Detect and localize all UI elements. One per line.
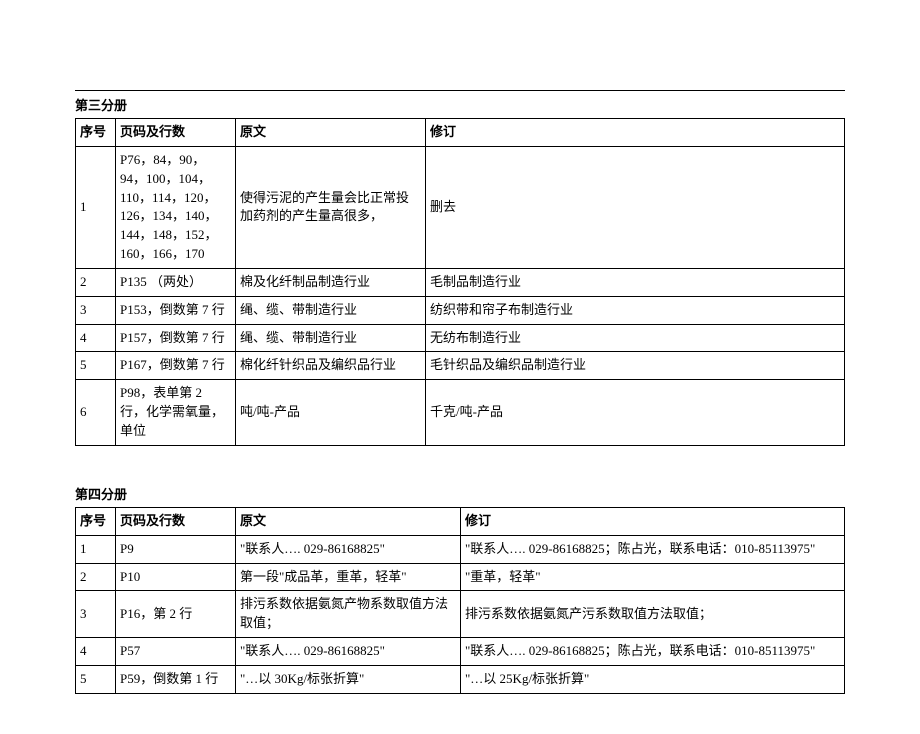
cell-seq: 5 — [76, 665, 116, 693]
section4-table: 序号 页码及行数 原文 修订 1 P9 "联系人…. 029-86168825"… — [75, 507, 845, 694]
col-seq-header: 序号 — [76, 507, 116, 535]
cell-seq: 1 — [76, 146, 116, 268]
cell-page: P135 （两处） — [116, 268, 236, 296]
table-header-row: 序号 页码及行数 原文 修订 — [76, 119, 845, 147]
cell-original: 棉化纤针织品及编织品行业 — [236, 352, 426, 380]
cell-seq: 5 — [76, 352, 116, 380]
cell-seq: 3 — [76, 296, 116, 324]
cell-seq: 6 — [76, 380, 116, 446]
cell-page: P76，84，90，94，100，104，110，114，120，126，134… — [116, 146, 236, 268]
cell-revision: 无纺布制造行业 — [426, 324, 845, 352]
cell-revision: 毛针织品及编织品制造行业 — [426, 352, 845, 380]
cell-original: 排污系数依据氨氮产物系数取值方法取值； — [236, 591, 461, 638]
section3-table: 序号 页码及行数 原文 修订 1 P76，84，90，94，100，104，11… — [75, 118, 845, 446]
cell-page: P153，倒数第 7 行 — [116, 296, 236, 324]
cell-seq: 4 — [76, 324, 116, 352]
table-row: 1 P76，84，90，94，100，104，110，114，120，126，1… — [76, 146, 845, 268]
col-revision-header: 修订 — [426, 119, 845, 147]
section-spacer — [75, 446, 845, 482]
col-revision-header: 修订 — [461, 507, 845, 535]
table-row: 2 P135 （两处） 棉及化纤制品制造行业 毛制品制造行业 — [76, 268, 845, 296]
cell-revision: 千克/吨-产品 — [426, 380, 845, 446]
cell-seq: 3 — [76, 591, 116, 638]
cell-seq: 1 — [76, 535, 116, 563]
table-row: 4 P57 "联系人…. 029-86168825" "联系人…. 029-86… — [76, 638, 845, 666]
table-header-row: 序号 页码及行数 原文 修订 — [76, 507, 845, 535]
cell-revision: "重革，轻革" — [461, 563, 845, 591]
cell-original: 第一段"成品革，重革，轻革" — [236, 563, 461, 591]
cell-seq: 2 — [76, 268, 116, 296]
cell-revision: "联系人…. 029-86168825；陈占光，联系电话：010-8511397… — [461, 638, 845, 666]
cell-original: 绳、缆、带制造行业 — [236, 324, 426, 352]
cell-original: 棉及化纤制品制造行业 — [236, 268, 426, 296]
col-original-header: 原文 — [236, 119, 426, 147]
cell-page: P167，倒数第 7 行 — [116, 352, 236, 380]
cell-revision: "…以 25Kg/标张折算" — [461, 665, 845, 693]
cell-page: P9 — [116, 535, 236, 563]
cell-original: "联系人…. 029-86168825" — [236, 638, 461, 666]
table-row: 6 P98，表单第 2 行，化学需氧量，单位 吨/吨-产品 千克/吨-产品 — [76, 380, 845, 446]
cell-revision: "联系人…. 029-86168825；陈占光，联系电话：010-8511397… — [461, 535, 845, 563]
col-seq-header: 序号 — [76, 119, 116, 147]
col-page-header: 页码及行数 — [116, 507, 236, 535]
cell-page: P10 — [116, 563, 236, 591]
cell-revision: 排污系数依据氨氮产污系数取值方法取值； — [461, 591, 845, 638]
table-row: 3 P153，倒数第 7 行 绳、缆、带制造行业 纺织带和帘子布制造行业 — [76, 296, 845, 324]
cell-original: "…以 30Kg/标张折算" — [236, 665, 461, 693]
table-row: 1 P9 "联系人…. 029-86168825" "联系人…. 029-861… — [76, 535, 845, 563]
cell-page: P16，第 2 行 — [116, 591, 236, 638]
cell-revision: 删去 — [426, 146, 845, 268]
cell-page: P59，倒数第 1 行 — [116, 665, 236, 693]
cell-revision: 纺织带和帘子布制造行业 — [426, 296, 845, 324]
table-row: 4 P157，倒数第 7 行 绳、缆、带制造行业 无纺布制造行业 — [76, 324, 845, 352]
table-row: 5 P59，倒数第 1 行 "…以 30Kg/标张折算" "…以 25Kg/标张… — [76, 665, 845, 693]
table-row: 2 P10 第一段"成品革，重革，轻革" "重革，轻革" — [76, 563, 845, 591]
section3-separator — [75, 90, 845, 91]
cell-seq: 4 — [76, 638, 116, 666]
table-row: 5 P167，倒数第 7 行 棉化纤针织品及编织品行业 毛针织品及编织品制造行业 — [76, 352, 845, 380]
section3-title: 第三分册 — [75, 93, 845, 118]
col-original-header: 原文 — [236, 507, 461, 535]
cell-revision: 毛制品制造行业 — [426, 268, 845, 296]
cell-page: P98，表单第 2 行，化学需氧量，单位 — [116, 380, 236, 446]
cell-page: P57 — [116, 638, 236, 666]
cell-seq: 2 — [76, 563, 116, 591]
cell-original: 吨/吨-产品 — [236, 380, 426, 446]
col-page-header: 页码及行数 — [116, 119, 236, 147]
table-row: 3 P16，第 2 行 排污系数依据氨氮产物系数取值方法取值； 排污系数依据氨氮… — [76, 591, 845, 638]
cell-original: 使得污泥的产生量会比正常投加药剂的产生量高很多， — [236, 146, 426, 268]
cell-original: 绳、缆、带制造行业 — [236, 296, 426, 324]
section4-title: 第四分册 — [75, 482, 845, 507]
cell-original: "联系人…. 029-86168825" — [236, 535, 461, 563]
cell-page: P157，倒数第 7 行 — [116, 324, 236, 352]
